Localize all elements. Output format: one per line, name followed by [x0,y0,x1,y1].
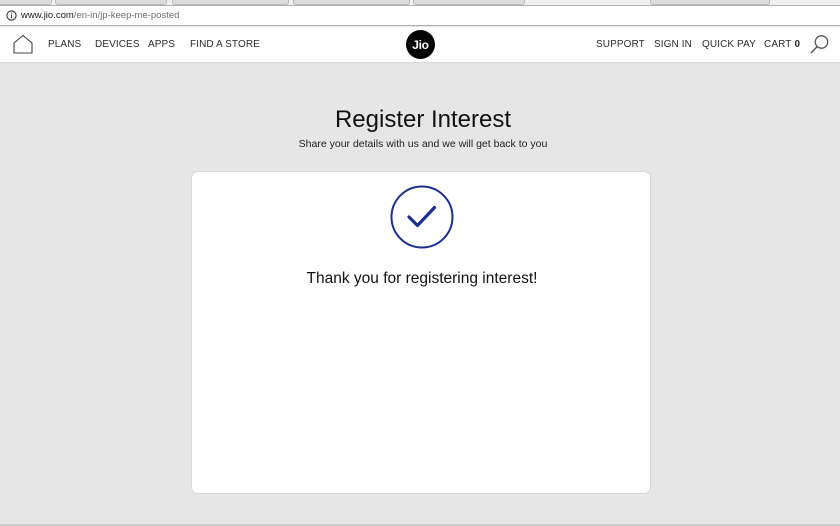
nav-find-a-store[interactable]: FIND A STORE [190,39,260,50]
url-host: www.jio.com [21,10,74,21]
confirmation-message: Thank you for registering interest! [306,270,538,287]
cart-label: CART [764,39,792,50]
url-text[interactable]: www.jio.com/en-in/jp-keep-me-posted [21,10,179,21]
nav-quick-pay[interactable]: QUICK PAY [702,39,756,50]
nav-sign-in[interactable]: SIGN IN [654,39,692,50]
search-icon[interactable] [810,34,830,54]
nav-support[interactable]: SUPPORT [596,39,645,50]
site-header: PLANS DEVICES APPS FIND A STORE Jio SUPP… [0,27,840,63]
info-icon[interactable] [6,10,17,21]
checkmark-circle-icon [390,185,454,249]
nav-devices[interactable]: DEVICES [95,39,140,50]
nav-cart[interactable]: CART 0 [764,39,800,50]
nav-apps[interactable]: APPS [148,39,175,50]
url-path: /en-in/jp-keep-me-posted [73,10,180,21]
logo-text: Jio [412,37,429,52]
cart-count: 0 [794,39,801,50]
page-subtitle: Share your details with us and we will g… [298,138,548,150]
confirmation-card: Thank you for registering interest! [191,171,651,494]
nav-plans[interactable]: PLANS [48,39,81,50]
address-bar[interactable]: www.jio.com/en-in/jp-keep-me-posted [0,5,840,26]
home-icon[interactable] [12,34,34,54]
jio-logo[interactable]: Jio [406,30,435,59]
page-title: Register Interest [334,106,512,133]
